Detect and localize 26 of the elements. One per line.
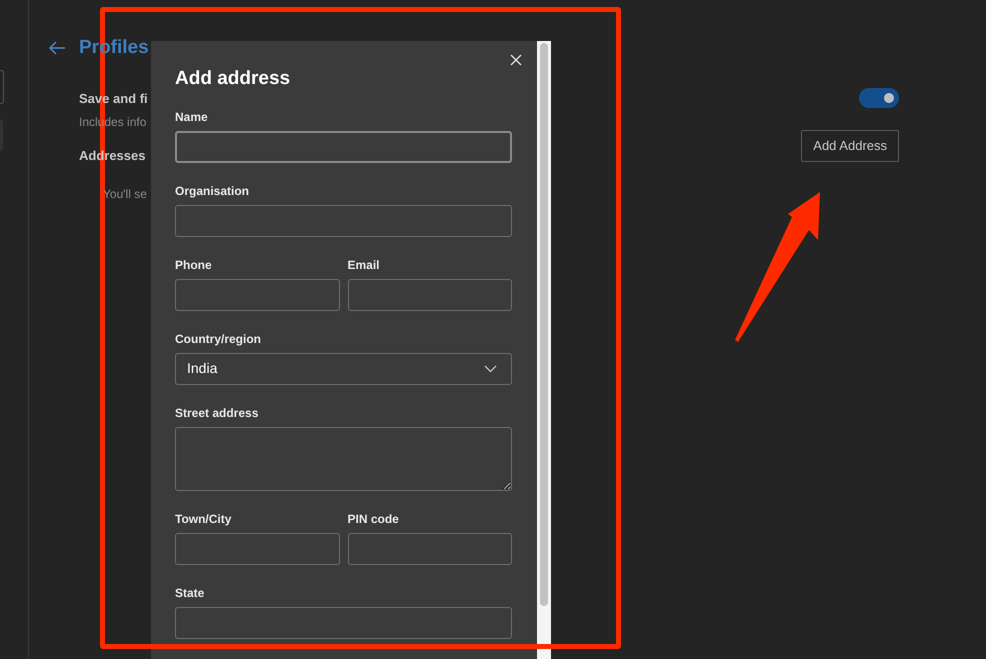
field-label: Town/City xyxy=(175,510,232,528)
input-field[interactable] xyxy=(348,532,512,564)
country-select[interactable]: India xyxy=(175,352,512,384)
chevron-down-icon xyxy=(484,364,497,372)
sidebar-field[interactable] xyxy=(0,70,4,104)
input-field[interactable] xyxy=(348,278,512,310)
close-icon[interactable] xyxy=(510,54,522,66)
dialog-title: Add address xyxy=(175,67,290,91)
input-field[interactable] xyxy=(175,606,512,638)
field-label: Email xyxy=(348,256,381,274)
add-address-button[interactable]: Add Address xyxy=(801,130,899,162)
field-label: PIN code xyxy=(348,510,400,528)
street-address-field[interactable] xyxy=(175,426,512,490)
back-arrow-icon[interactable] xyxy=(48,41,66,56)
field-label: Name xyxy=(175,108,209,126)
input-field[interactable] xyxy=(175,278,340,310)
field-label: Street address xyxy=(175,404,260,422)
field-label: Country/region xyxy=(175,330,262,348)
field-label: Phone xyxy=(175,256,213,274)
input-field[interactable] xyxy=(175,204,512,236)
field-label: Organisation xyxy=(175,182,250,200)
input-field[interactable] xyxy=(175,532,340,564)
toggle-switch[interactable] xyxy=(859,88,899,108)
scrollbar[interactable] xyxy=(537,41,551,659)
input-field[interactable] xyxy=(175,130,512,162)
field-label: State xyxy=(175,584,206,602)
